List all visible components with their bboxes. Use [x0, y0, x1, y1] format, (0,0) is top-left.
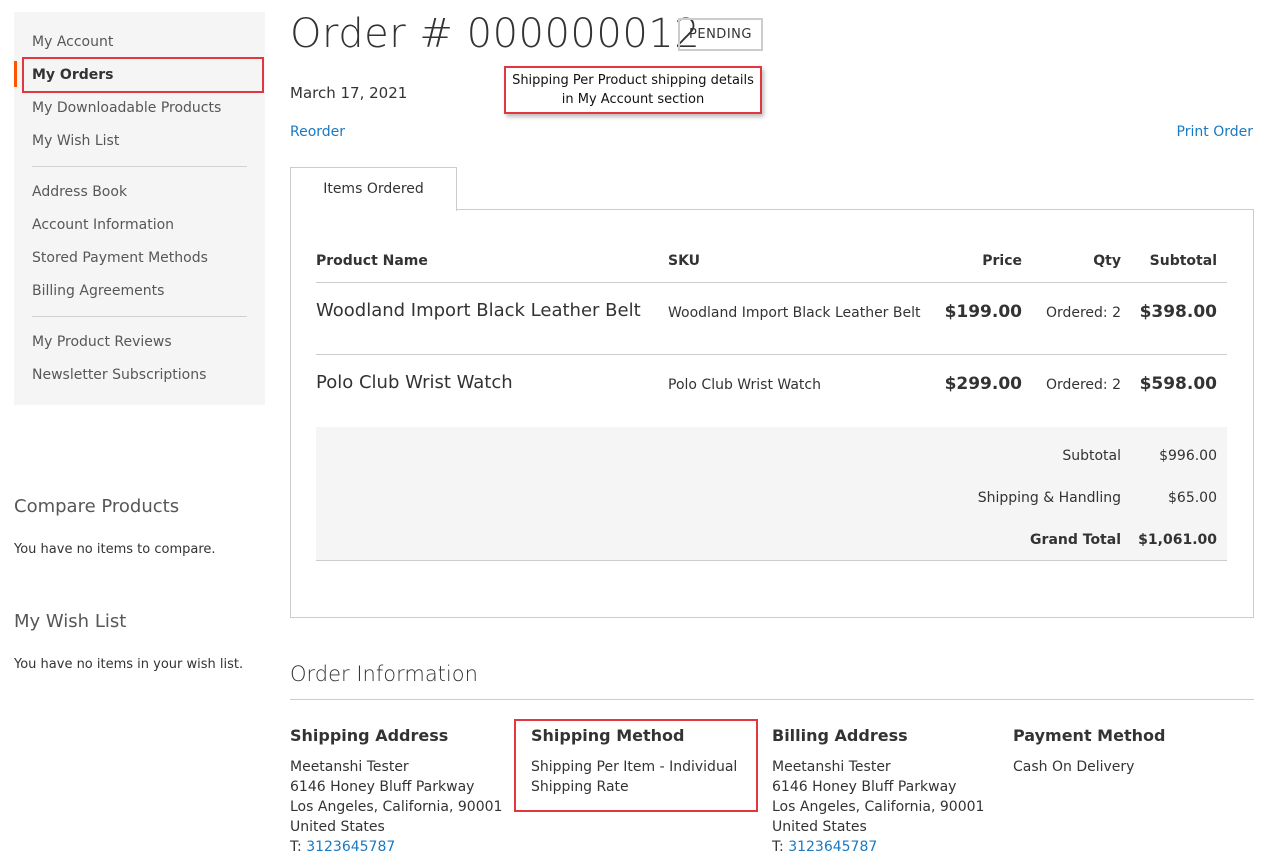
active-nav-indicator: [14, 61, 17, 87]
billing-address-street: 6146 Honey Bluff Parkway: [772, 779, 957, 795]
page-title: Order # 000000012: [290, 11, 701, 57]
order-date: March 17, 2021: [290, 84, 408, 102]
nav-item-wish-list[interactable]: My Wish List: [32, 131, 119, 151]
nav-item-address-book[interactable]: Address Book: [32, 182, 127, 202]
row-1-subtotal: $398.00: [1139, 302, 1217, 322]
shipping-address-title: Shipping Address: [290, 726, 449, 745]
column-header-product-name: Product Name: [316, 253, 428, 269]
phone-prefix: T:: [772, 839, 789, 855]
order-information-title: Order Information: [290, 662, 478, 686]
compare-empty-text: You have no items to compare.: [14, 542, 216, 557]
row-2-product-name: Polo Club Wrist Watch: [316, 372, 513, 393]
nav-item-billing-agreements[interactable]: Billing Agreements: [32, 281, 164, 301]
billing-address-name: Meetanshi Tester: [772, 759, 891, 775]
row-2-qty: Ordered: 2: [1045, 377, 1121, 393]
print-order-link[interactable]: Print Order: [1140, 122, 1253, 142]
payment-method-value: Cash On Delivery: [1013, 759, 1135, 775]
wishlist-empty-text: You have no items in your wish list.: [14, 657, 244, 672]
column-header-subtotal: Subtotal: [1149, 253, 1217, 269]
status-badge: PENDING: [678, 18, 763, 51]
compare-products-title: Compare Products: [14, 496, 180, 517]
billing-address-country: United States: [772, 819, 867, 835]
grand-total-label: Grand Total: [1030, 532, 1121, 548]
shipping-address-city: Los Angeles, California, 90001: [290, 799, 503, 815]
billing-address-title: Billing Address: [772, 726, 908, 745]
phone-prefix: T:: [290, 839, 307, 855]
annotation-line-1: Shipping Per Product shipping details: [512, 73, 754, 88]
nav-item-downloadable-products[interactable]: My Downloadable Products: [32, 98, 221, 118]
nav-item-my-account[interactable]: My Account: [32, 32, 113, 52]
row-1-product-name: Woodland Import Black Leather Belt: [316, 300, 641, 321]
annotation-line-2: in My Account section: [561, 92, 705, 107]
row-1-qty: Ordered: 2: [1045, 305, 1121, 321]
subtotal-label: Subtotal: [1062, 448, 1121, 464]
table-header-divider: [316, 282, 1227, 283]
shipping-address-street: 6146 Honey Bluff Parkway: [290, 779, 475, 795]
my-orders-highlight-box: [22, 57, 264, 93]
tab-items-ordered[interactable]: Items Ordered: [290, 167, 457, 211]
wishlist-block-title: My Wish List: [14, 611, 127, 632]
shipping-address-phone: T: 3123645787: [290, 837, 395, 857]
shipping-phone-link[interactable]: 3123645787: [306, 839, 395, 855]
row-1-sku: Woodland Import Black Leather Belt: [668, 305, 921, 321]
reorder-link[interactable]: Reorder: [290, 122, 345, 142]
annotation-callout: Shipping Per Product shipping details in…: [504, 66, 762, 114]
shipping-method-highlight-box: [514, 719, 758, 812]
column-header-qty: Qty: [1093, 253, 1121, 269]
nav-item-account-information[interactable]: Account Information: [32, 215, 174, 235]
payment-method-title: Payment Method: [1013, 726, 1166, 745]
nav-item-stored-payment-methods[interactable]: Stored Payment Methods: [32, 248, 208, 268]
billing-phone-link[interactable]: 3123645787: [788, 839, 877, 855]
order-information-divider: [290, 699, 1254, 700]
nav-item-newsletter-subscriptions[interactable]: Newsletter Subscriptions: [32, 365, 206, 385]
shipping-address-country: United States: [290, 819, 385, 835]
row-2-sku: Polo Club Wrist Watch: [668, 377, 821, 393]
row-2-price: $299.00: [944, 374, 1022, 394]
shipping-address-name: Meetanshi Tester: [290, 759, 409, 775]
billing-address-phone: T: 3123645787: [772, 837, 877, 857]
row-divider: [316, 354, 1227, 355]
shipping-handling-value: $65.00: [1168, 490, 1217, 506]
column-header-price: Price: [982, 253, 1022, 269]
nav-item-product-reviews[interactable]: My Product Reviews: [32, 332, 172, 352]
row-2-subtotal: $598.00: [1139, 374, 1217, 394]
row-1-price: $199.00: [944, 302, 1022, 322]
shipping-handling-label: Shipping & Handling: [977, 490, 1121, 506]
nav-divider: [32, 166, 247, 167]
nav-divider: [32, 316, 247, 317]
subtotal-value: $996.00: [1159, 448, 1217, 464]
column-header-sku: SKU: [668, 253, 701, 269]
grand-total-value: $1,061.00: [1138, 532, 1217, 548]
billing-address-city: Los Angeles, California, 90001: [772, 799, 985, 815]
